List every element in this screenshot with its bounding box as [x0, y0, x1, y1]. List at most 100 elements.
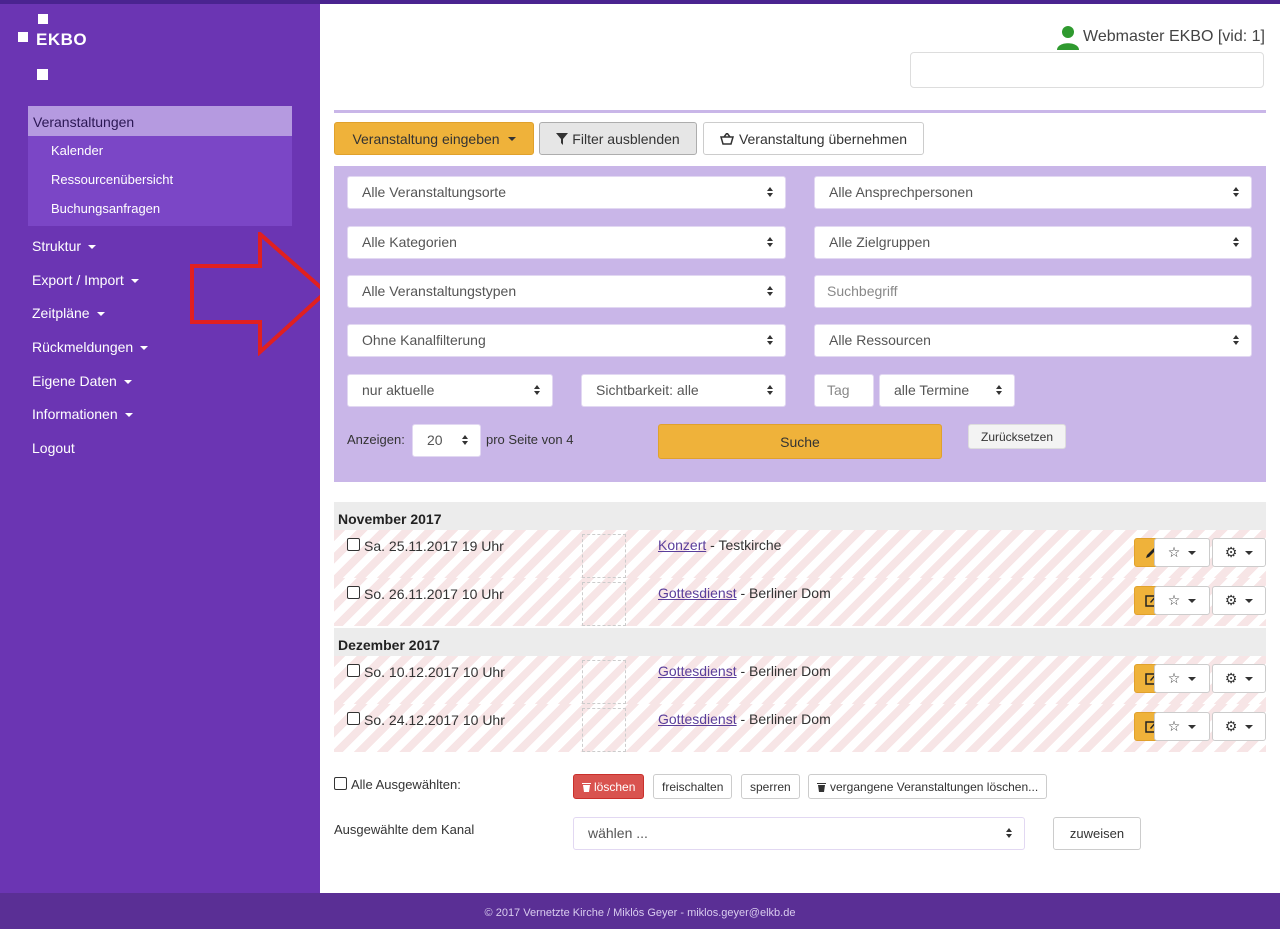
visibility-select[interactable]: Sichtbarkeit: alle: [581, 374, 786, 407]
sidebar-subitem-kalender[interactable]: Kalender: [28, 136, 292, 165]
assign-button[interactable]: zuweisen: [1053, 817, 1141, 850]
channel-assign-select[interactable]: wählen ...: [573, 817, 1025, 850]
sidebar-item-informationen[interactable]: Informationen: [32, 406, 133, 422]
gear-icon: ⚙: [1224, 670, 1238, 686]
event-thumbnail: [582, 534, 626, 578]
sidebar-item-rueckmeldungen[interactable]: Rückmeldungen: [32, 339, 149, 355]
event-title-link[interactable]: Gottesdienst: [658, 585, 737, 601]
current-select[interactable]: nur aktuelle: [347, 374, 553, 407]
hide-filter-button[interactable]: Filter ausblenden: [539, 122, 697, 155]
event-date: So. 10.12.2017 10 Uhr: [364, 664, 505, 680]
event-place: - Berliner Dom: [736, 585, 831, 601]
red-arrow-annotation: [190, 232, 330, 356]
contact-select[interactable]: Alle Ansprechpersonen: [814, 176, 1252, 209]
row-checkbox[interactable]: [347, 712, 360, 725]
event-info: Gottesdienst - Berliner Dom: [658, 663, 831, 679]
category-select[interactable]: Alle Kategorien: [347, 226, 786, 259]
reset-button[interactable]: Zurücksetzen: [968, 424, 1066, 449]
delete-past-label: vergangene Veranstaltungen löschen...: [830, 779, 1039, 794]
square-icon: [37, 69, 48, 80]
delete-past-button[interactable]: vergangene Veranstaltungen löschen...: [808, 774, 1048, 799]
select-value: Alle Veranstaltungstypen: [362, 283, 517, 299]
gear-icon: ⚙: [1224, 592, 1238, 608]
caret-down-icon: [124, 413, 133, 418]
main-content: Webmaster EKBO [vid: 1] Veranstaltung ei…: [320, 4, 1280, 893]
header-box[interactable]: [910, 52, 1264, 88]
page-info: pro Seite von 4: [486, 432, 574, 447]
user-icon: [1057, 26, 1079, 50]
day-input[interactable]: Tag: [814, 374, 874, 407]
sidebar-item-eigene-daten[interactable]: Eigene Daten: [32, 373, 132, 389]
row-checkbox[interactable]: [347, 538, 360, 551]
select-all-checkbox[interactable]: [334, 777, 347, 790]
event-title-link[interactable]: Gottesdienst: [658, 663, 737, 679]
caret-down-icon: [1245, 598, 1254, 603]
table-row: Sa. 25.11.2017 19 Uhr Konzert - Testkirc…: [334, 530, 1266, 578]
search-button[interactable]: Suche: [658, 424, 942, 459]
sidebar: EKBO Veranstaltungen Kalender Ressourcen…: [0, 0, 320, 893]
star-icon: ☆: [1167, 592, 1181, 608]
dates-select[interactable]: alle Termine: [879, 374, 1015, 407]
filter-panel: Alle Veranstaltungsorte Alle Ansprechper…: [334, 166, 1266, 482]
select-value: nur aktuelle: [362, 382, 435, 398]
favorite-dropdown-button[interactable]: ☆: [1154, 586, 1210, 615]
favorite-dropdown-button[interactable]: ☆: [1154, 664, 1210, 693]
caret-down-icon: [1245, 676, 1254, 681]
channel-select[interactable]: Ohne Kanalfilterung: [347, 324, 786, 357]
channel-label: Ausgewählte dem Kanal: [334, 822, 475, 837]
select-value: wählen ...: [588, 825, 648, 841]
target-group-select[interactable]: Alle Zielgruppen: [814, 226, 1252, 259]
unlock-button[interactable]: freischalten: [653, 774, 733, 799]
sidebar-item-label: Zeitpläne: [32, 305, 90, 321]
enter-event-button[interactable]: Veranstaltung eingeben: [334, 122, 534, 155]
sidebar-item-logout[interactable]: Logout: [32, 440, 75, 456]
select-value: 20: [427, 432, 443, 448]
event-title-link[interactable]: Gottesdienst: [658, 711, 737, 727]
sidebar-item-label: Rückmeldungen: [32, 339, 134, 355]
trash-icon: [582, 782, 591, 792]
row-checkbox[interactable]: [347, 586, 360, 599]
sidebar-item-struktur[interactable]: Struktur: [32, 238, 97, 254]
show-label: Anzeigen:: [347, 432, 405, 447]
location-select[interactable]: Alle Veranstaltungsorte: [347, 176, 786, 209]
take-over-event-button[interactable]: Veranstaltung übernehmen: [703, 122, 924, 155]
caret-down-icon: [1188, 550, 1197, 555]
favorite-dropdown-button[interactable]: ☆: [1154, 538, 1210, 567]
take-over-label: Veranstaltung übernehmen: [738, 130, 908, 147]
event-date: Sa. 25.11.2017 19 Uhr: [364, 538, 504, 554]
settings-dropdown-button[interactable]: ⚙: [1212, 586, 1266, 615]
resource-select[interactable]: Alle Ressourcen: [814, 324, 1252, 357]
enter-event-label: Veranstaltung eingeben: [352, 130, 500, 147]
select-value: Ohne Kanalfilterung: [362, 332, 486, 348]
sidebar-item-export-import[interactable]: Export / Import: [32, 272, 139, 288]
event-title-link[interactable]: Konzert: [658, 537, 706, 553]
gear-icon: ⚙: [1224, 718, 1238, 734]
select-value: alle Termine: [894, 382, 970, 398]
delete-button[interactable]: löschen: [573, 774, 645, 799]
settings-dropdown-button[interactable]: ⚙: [1212, 538, 1266, 567]
star-icon: ☆: [1167, 544, 1181, 560]
gear-icon: ⚙: [1224, 544, 1238, 560]
event-place: - Berliner Dom: [736, 663, 831, 679]
user-info[interactable]: Webmaster EKBO [vid: 1]: [1055, 24, 1265, 50]
trash-icon: [817, 782, 826, 792]
caret-down-icon: [140, 346, 149, 351]
table-row: So. 24.12.2017 10 Uhr Gottesdienst - Ber…: [334, 704, 1266, 752]
sidebar-item-zeitplaene[interactable]: Zeitpläne: [32, 305, 105, 321]
event-info: Konzert - Testkirche: [658, 537, 781, 553]
search-input[interactable]: Suchbegriff: [814, 275, 1252, 308]
settings-dropdown-button[interactable]: ⚙: [1212, 712, 1266, 741]
select-value: Sichtbarkeit: alle: [596, 382, 699, 398]
event-type-select[interactable]: Alle Veranstaltungstypen: [347, 275, 786, 308]
lock-button[interactable]: sperren: [741, 774, 800, 799]
favorite-dropdown-button[interactable]: ☆: [1154, 712, 1210, 741]
select-value: Alle Zielgruppen: [829, 234, 931, 250]
row-checkbox[interactable]: [347, 664, 360, 677]
per-page-select[interactable]: 20: [412, 424, 481, 457]
footer: © 2017 Vernetzte Kirche / Miklós Geyer -…: [0, 893, 1280, 929]
settings-dropdown-button[interactable]: ⚙: [1212, 664, 1266, 693]
event-thumbnail: [582, 582, 626, 626]
sidebar-subitem-buchungsanfragen[interactable]: Buchungsanfragen: [28, 194, 292, 223]
sidebar-item-veranstaltungen[interactable]: Veranstaltungen: [28, 106, 292, 136]
sidebar-subitem-ressourcen[interactable]: Ressourcenübersicht: [28, 165, 292, 194]
